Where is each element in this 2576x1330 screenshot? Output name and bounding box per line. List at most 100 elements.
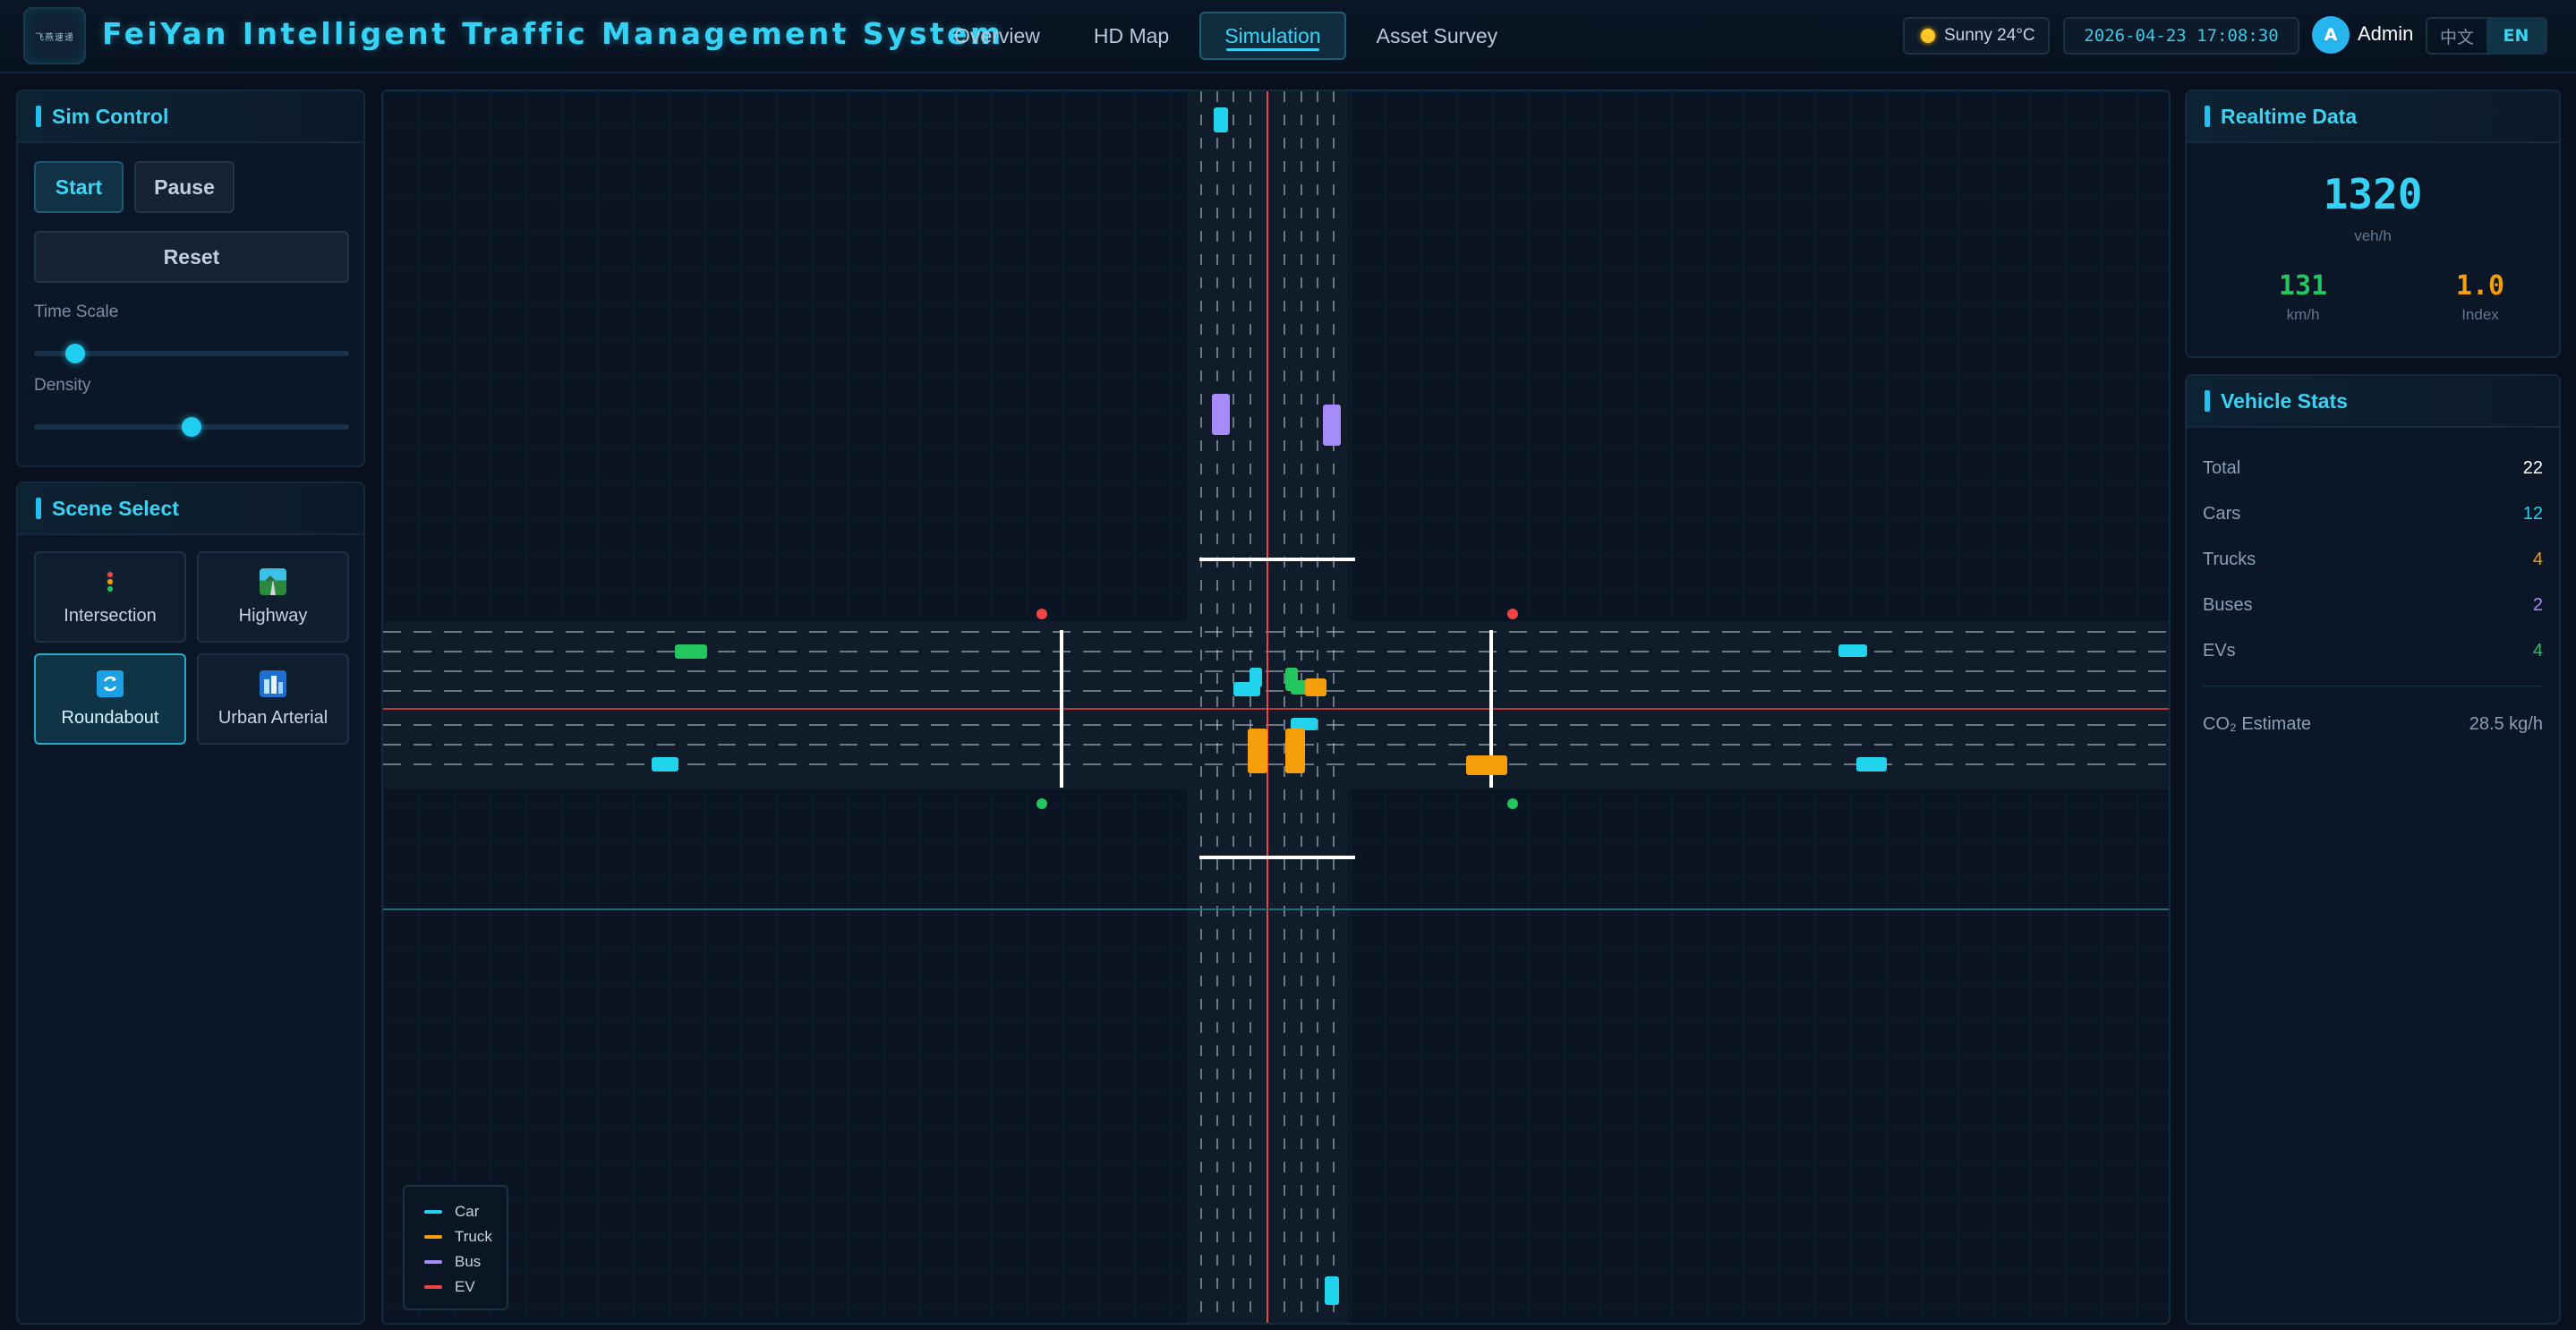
lang-zh-button[interactable]: 中文 [2427, 19, 2486, 53]
weather-widget: Sunny 24°C [1903, 17, 2050, 55]
scene-card-highway[interactable]: Highway [197, 551, 349, 643]
congestion-index-label: Index [2461, 306, 2499, 323]
legend-item-truck: Truck [424, 1224, 507, 1249]
pause-button[interactable]: Pause [134, 161, 235, 213]
language-switch: 中文 EN [2426, 17, 2547, 55]
panel-title: Vehicle Stats [2221, 388, 2348, 413]
tab-simulation[interactable]: Simulation [1199, 12, 1346, 60]
vehicle-car [1325, 1276, 1339, 1305]
scene-card-urban-arterial[interactable]: Urban Arterial [197, 653, 349, 745]
panel-header: Vehicle Stats [2187, 376, 2559, 428]
vehicle-ev [675, 644, 707, 659]
congestion-index-value: 1.0 [2455, 270, 2505, 302]
avg-speed-value: 131 [2278, 270, 2328, 302]
realtime-data-panel: Realtime Data 1320 veh/h 131 km/h 1.0 In… [2185, 90, 2561, 358]
stat-row-cars: Cars 12 [2203, 491, 2543, 536]
stat-label: Buses [2203, 594, 2253, 615]
vehicle-legend: Car Truck Bus EV [403, 1185, 508, 1310]
app-title: FeiYan Intelligent Traffic Management Sy… [102, 16, 1004, 51]
user-name[interactable]: Admin [2358, 22, 2413, 46]
stat-value: 12 [2522, 503, 2543, 524]
stat-label: Cars [2203, 503, 2241, 524]
scene-card-intersection[interactable]: Intersection [34, 551, 186, 643]
co2-label: CO₂ Estimate [2203, 713, 2312, 734]
panel-header: Sim Control [18, 91, 363, 143]
vehicle-car [1856, 757, 1887, 772]
stat-row-co2: CO₂ Estimate 28.5 kg/h [2203, 702, 2543, 746]
legend-swatch [424, 1285, 442, 1289]
header-accent-bar [2205, 390, 2210, 412]
signal-red-west [1036, 609, 1047, 619]
vehicle-car [1291, 718, 1318, 730]
stat-value: 2 [2532, 594, 2543, 615]
legend-item-ev: EV [424, 1275, 507, 1300]
highway-icon [260, 567, 286, 595]
legend-label: Truck [455, 1228, 492, 1245]
avg-speed-unit: km/h [2286, 306, 2320, 323]
tab-hd-map[interactable]: HD Map [1070, 12, 1192, 60]
stat-row-total: Total 22 [2203, 446, 2543, 490]
reset-button[interactable]: Reset [34, 231, 349, 283]
app-logo: 飞燕速递 [23, 7, 86, 64]
tab-asset-survey[interactable]: Asset Survey [1353, 12, 1522, 60]
scene-card-label: Highway [238, 605, 308, 626]
sim-control-panel: Sim Control Start Pause Reset Time Scale… [16, 90, 365, 467]
roundabout-icon [97, 669, 124, 697]
vehicle-car [652, 757, 678, 772]
logo-text: 飞燕速递 [35, 32, 74, 43]
simulation-canvas[interactable]: Car Truck Bus EV [381, 90, 2171, 1325]
top-header: 飞燕速递 FeiYan Intelligent Traffic Manageme… [0, 0, 2576, 73]
density-label: Density [34, 376, 91, 395]
vehicle-truck [1285, 729, 1305, 773]
header-accent-bar [2205, 106, 2210, 127]
vehicle-bus [1323, 405, 1341, 446]
legend-swatch [424, 1210, 442, 1214]
vehicle-truck [1305, 678, 1326, 696]
time-scale-label: Time Scale [34, 303, 119, 321]
vehicle-car [1838, 644, 1867, 657]
panel-header: Realtime Data [2187, 91, 2559, 143]
scene-card-label: Intersection [64, 605, 157, 626]
stat-row-buses: Buses 2 [2203, 583, 2543, 627]
datetime-display: 2026-04-23 17:08:30 [2063, 17, 2299, 55]
scene-card-label: Urban Arterial [218, 707, 328, 728]
legend-item-bus: Bus [424, 1249, 507, 1275]
panel-header: Scene Select [18, 483, 363, 535]
stat-row-trucks: Trucks 4 [2203, 537, 2543, 582]
tab-overview[interactable]: Overview [931, 12, 1063, 60]
legend-item-car: Car [424, 1199, 507, 1224]
stat-value: 22 [2522, 457, 2543, 478]
vehicle-car [1214, 107, 1228, 132]
scene-card-label: Roundabout [61, 707, 159, 728]
stat-value: 4 [2532, 640, 2543, 661]
vehicle-truck [1248, 729, 1267, 773]
lang-en-button[interactable]: EN [2486, 19, 2546, 53]
traffic-flow-unit: veh/h [2354, 227, 2392, 244]
legend-swatch [424, 1260, 442, 1264]
legend-swatch [424, 1235, 442, 1239]
start-button[interactable]: Start [34, 161, 124, 213]
vehicle-car [1250, 668, 1262, 687]
city-icon [260, 669, 286, 697]
scene-card-roundabout[interactable]: Roundabout [34, 653, 186, 745]
density-slider-handle[interactable] [182, 417, 201, 437]
weather-text: Sunny 24°C [1944, 26, 2035, 45]
sun-icon [1921, 29, 1935, 43]
legend-label: Bus [455, 1253, 482, 1270]
stat-label: EVs [2203, 640, 2236, 661]
main-nav: Overview HD Map Simulation Asset Survey [931, 12, 1528, 60]
header-accent-bar [36, 106, 41, 127]
vehicle-stats-panel: Vehicle Stats Total 22 Cars 12 Trucks 4 … [2185, 374, 2561, 1325]
panel-title: Sim Control [52, 104, 169, 128]
signal-green-east [1507, 798, 1518, 809]
time-scale-slider-handle[interactable] [64, 344, 85, 363]
road-network [383, 91, 2169, 1323]
stat-row-evs: EVs 4 [2203, 628, 2543, 673]
avatar[interactable]: A [2312, 16, 2350, 54]
stat-value: 4 [2532, 549, 2543, 569]
stat-label: Total [2203, 457, 2241, 478]
panel-title: Scene Select [52, 496, 179, 520]
vehicle-truck [1466, 755, 1507, 775]
stat-label: Trucks [2203, 549, 2256, 569]
vehicle-bus [1212, 394, 1230, 435]
